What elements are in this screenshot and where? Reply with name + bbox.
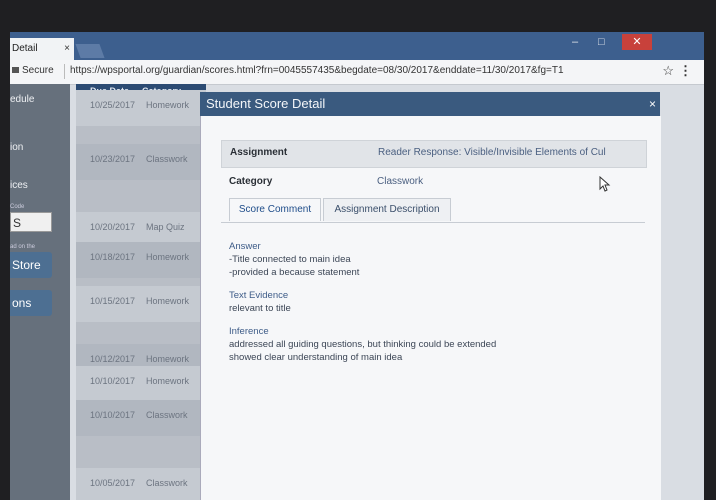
table-row[interactable]: 10/10/2017 Classwork (76, 400, 206, 436)
cell-category: Homework (146, 100, 190, 110)
assignment-label: Assignment (230, 147, 288, 158)
sidebar-dimmed-button[interactable]: ons (10, 290, 52, 316)
inference-line: showed clear understanding of main idea (229, 352, 403, 363)
answer-line: -Title connected to main idea (229, 254, 351, 265)
cell-category: Homework (146, 354, 190, 364)
tab-strip: Detail × – □ ✕ (10, 32, 704, 60)
secure-indicator[interactable]: Secure (12, 65, 54, 76)
lock-icon (12, 67, 19, 73)
store-button[interactable]: Store (10, 252, 52, 278)
minimize-icon[interactable]: – (572, 36, 578, 48)
cell-due-date: 10/12/2017 (90, 354, 136, 364)
evidence-line: relevant to title (229, 303, 291, 314)
cell-due-date: 10/23/2017 (90, 154, 136, 164)
inference-line: addressed all guiding questions, but thi… (229, 339, 497, 350)
assignment-row: Assignment Reader Response: Visible/Invi… (221, 140, 647, 168)
tab-divider (221, 222, 645, 223)
modal-title: Student Score Detail (206, 96, 326, 111)
table-row[interactable]: 10/15/2017 Homework (76, 286, 206, 322)
maximize-icon[interactable]: □ (598, 36, 605, 48)
table-row[interactable]: 10/23/2017 Classwork (76, 144, 206, 180)
cell-due-date: 10/20/2017 (90, 222, 136, 232)
store-caption: ad on the (10, 244, 36, 250)
cell-category: Homework (146, 296, 190, 306)
window-close-icon[interactable]: ✕ (622, 34, 652, 50)
url-text[interactable]: https://wpsportal.org/guardian/scores.ht… (70, 65, 564, 76)
table-row[interactable]: 10/05/2017 Classwork (76, 468, 206, 500)
cell-due-date: 10/05/2017 (90, 478, 136, 488)
cell-category: Classwork (146, 478, 188, 488)
table-row[interactable]: 10/10/2017 Homework (76, 366, 206, 402)
sidebar-item-attendance[interactable]: ion (10, 142, 23, 153)
answer-line: -provided a because statement (229, 267, 360, 278)
browser-tab[interactable]: Detail × (10, 38, 74, 60)
cell-due-date: 10/10/2017 (90, 410, 136, 420)
assignment-value: Reader Response: Visible/Invisible Eleme… (378, 147, 606, 158)
sidebar-item-schedule[interactable]: edule (10, 94, 34, 105)
table-row[interactable]: 10/25/2017 Homework (76, 90, 206, 126)
address-divider (64, 64, 65, 79)
mouse-cursor-icon (599, 175, 613, 192)
cell-due-date: 10/15/2017 (90, 296, 136, 306)
cell-category: Homework (146, 376, 190, 386)
cell-category: Classwork (146, 154, 188, 164)
evidence-heading: Text Evidence (229, 290, 289, 301)
tab-title: Detail (12, 43, 38, 54)
modal-titlebar: Student Score Detail × (200, 92, 660, 116)
sidebar-item-notices[interactable]: ices (10, 180, 28, 191)
star-icon[interactable]: ☆ (662, 63, 674, 79)
address-bar[interactable]: Secure https://wpsportal.org/guardian/sc… (10, 60, 704, 85)
cell-due-date: 10/25/2017 (90, 100, 136, 110)
category-label: Category (229, 176, 273, 187)
code-caption: Code (10, 204, 25, 210)
new-tab-button[interactable] (75, 44, 105, 58)
browser-window: Detail × – □ ✕ Secure https://wpsportal.… (10, 32, 704, 500)
cell-category: Homework (146, 252, 190, 262)
tab-assignment-description[interactable]: Assignment Description (323, 198, 451, 221)
monitor-bezel: Detail × – □ ✕ Secure https://wpsportal.… (0, 0, 716, 500)
score-comment-panel: Answer -Title connected to main idea -pr… (229, 240, 639, 364)
tab-score-comment[interactable]: Score Comment (229, 198, 321, 221)
category-row: Category Classwork (221, 170, 645, 194)
cell-category: Map Quiz (146, 222, 185, 232)
inference-heading: Inference (229, 326, 269, 337)
answer-heading: Answer (229, 241, 261, 252)
score-detail-dialog: Assignment Reader Response: Visible/Invi… (200, 116, 661, 500)
cell-due-date: 10/10/2017 (90, 376, 136, 386)
cell-category: Classwork (146, 410, 188, 420)
secure-label: Secure (22, 65, 54, 76)
code-field[interactable]: S (10, 212, 52, 232)
modal-close-icon[interactable]: × (649, 92, 656, 116)
table-row[interactable]: 10/18/2017 Homework (76, 242, 206, 278)
menu-icon[interactable]: ⋮ (679, 63, 692, 79)
category-value: Classwork (377, 176, 424, 187)
page-sidebar: edule ion ices Code S ad on the Store on… (10, 84, 70, 500)
cell-due-date: 10/18/2017 (90, 252, 136, 262)
tab-close-icon[interactable]: × (64, 38, 70, 60)
